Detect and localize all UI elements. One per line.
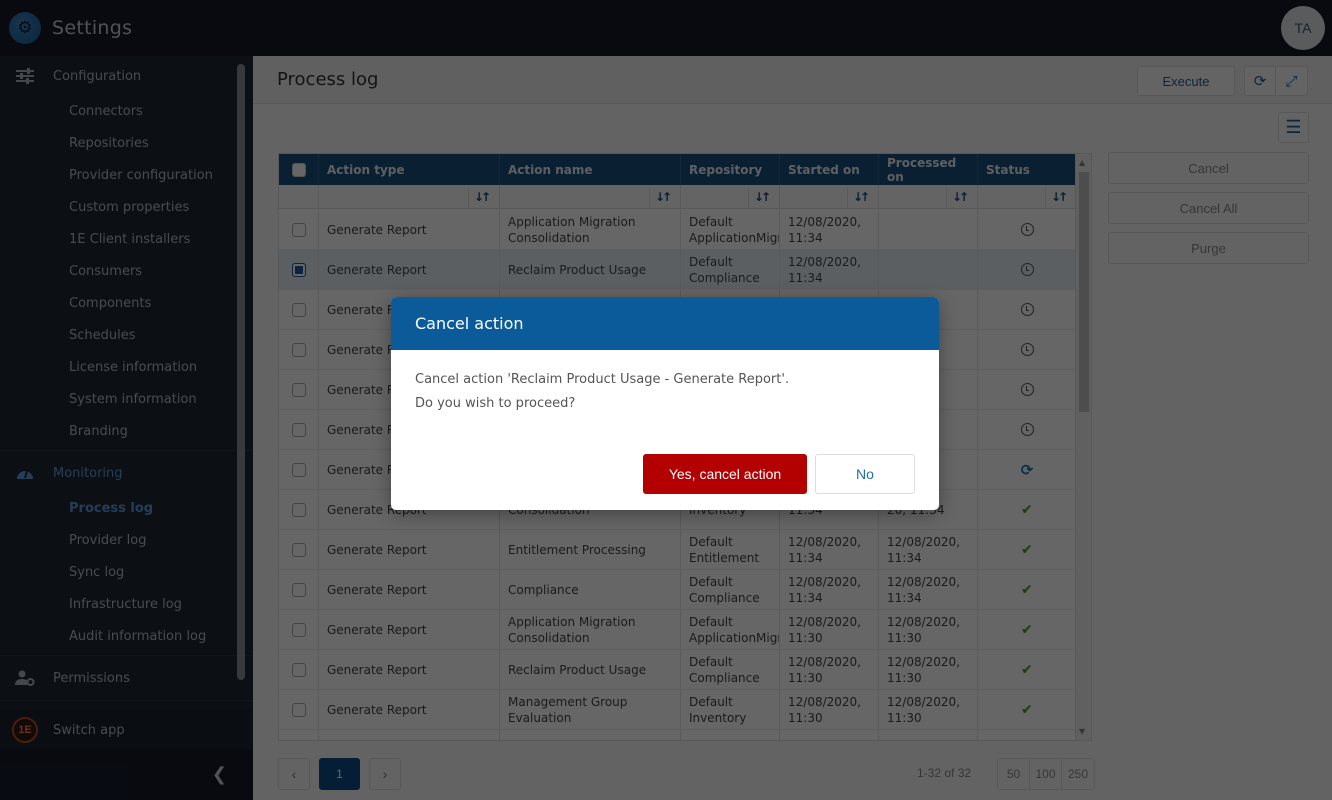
deny-button[interactable]: No [815, 454, 915, 494]
confirm-cancel-button[interactable]: Yes, cancel action [643, 454, 807, 494]
dialog-title: Cancel action [391, 297, 939, 350]
dialog-body: Cancel action 'Reclaim Product Usage - G… [391, 350, 939, 416]
dialog-message: Cancel action 'Reclaim Product Usage - G… [415, 372, 790, 387]
dialog-footer: Yes, cancel action No [643, 454, 915, 494]
dialog-question: Do you wish to proceed? [415, 396, 576, 411]
cancel-action-dialog: Cancel action Cancel action 'Reclaim Pro… [391, 297, 939, 510]
